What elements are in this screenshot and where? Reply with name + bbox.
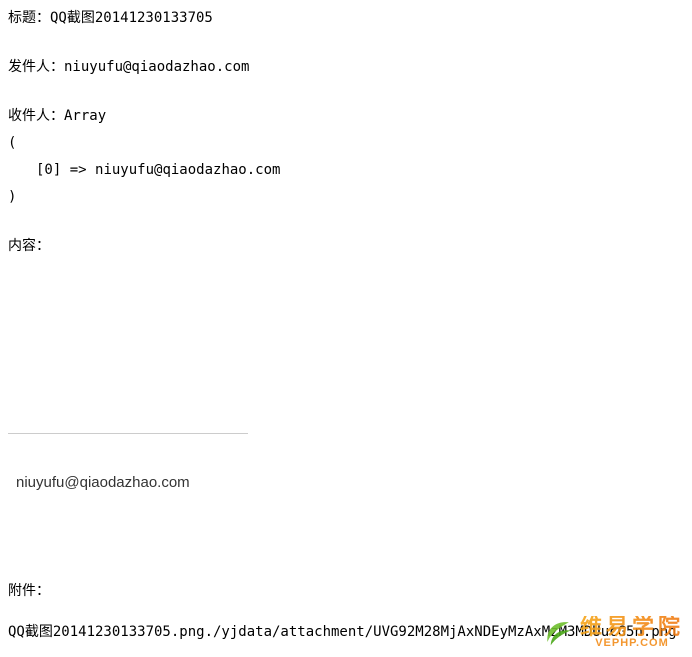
to-entry-value: niuyufu@qiaodazhao.com (95, 162, 280, 178)
from-value: niuyufu@qiaodazhao.com (64, 59, 249, 75)
content-body (8, 263, 684, 423)
to-label: 收件人： (8, 108, 64, 124)
from-label: 发件人： (8, 59, 64, 75)
to-line: 收件人：Array (8, 106, 684, 127)
watermark-text: 维易学院 VEPHP.COM (580, 616, 684, 649)
signature-email: niuyufu@qiaodazhao.com (8, 474, 684, 491)
leaf-icon (544, 619, 574, 647)
to-type: Array (64, 108, 106, 124)
divider (8, 433, 248, 434)
from-line: 发件人：niuyufu@qiaodazhao.com (8, 57, 684, 78)
subject-value: QQ截图20141230133705 (50, 10, 213, 26)
content-label: 内容： (8, 236, 684, 257)
to-close-paren: ) (8, 187, 684, 208)
to-entry-arrow: => (61, 162, 95, 178)
subject-label: 标题： (8, 10, 50, 26)
attachment-label: 附件： (8, 581, 684, 602)
watermark: 维易学院 VEPHP.COM (544, 616, 684, 649)
to-entry: [0] => niuyufu@qiaodazhao.com (8, 160, 684, 181)
subject-line: 标题：QQ截图20141230133705 (8, 8, 684, 29)
to-open-paren: ( (8, 133, 684, 154)
to-entry-key: [0] (36, 162, 61, 178)
watermark-cn: 维易学院 (580, 616, 684, 638)
watermark-en: VEPHP.COM (595, 638, 669, 649)
